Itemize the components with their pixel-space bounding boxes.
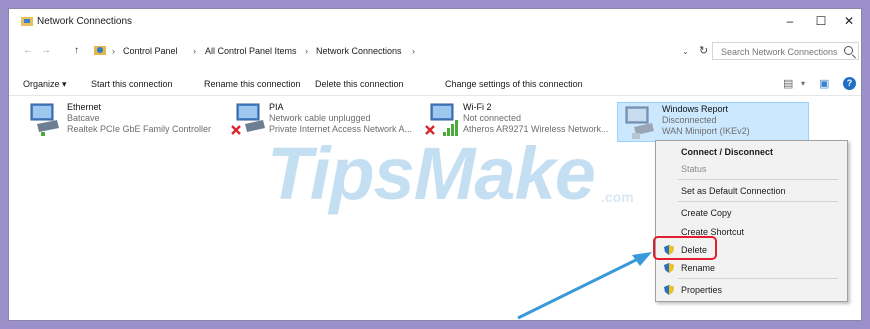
pointer-arrow-icon xyxy=(517,252,652,320)
